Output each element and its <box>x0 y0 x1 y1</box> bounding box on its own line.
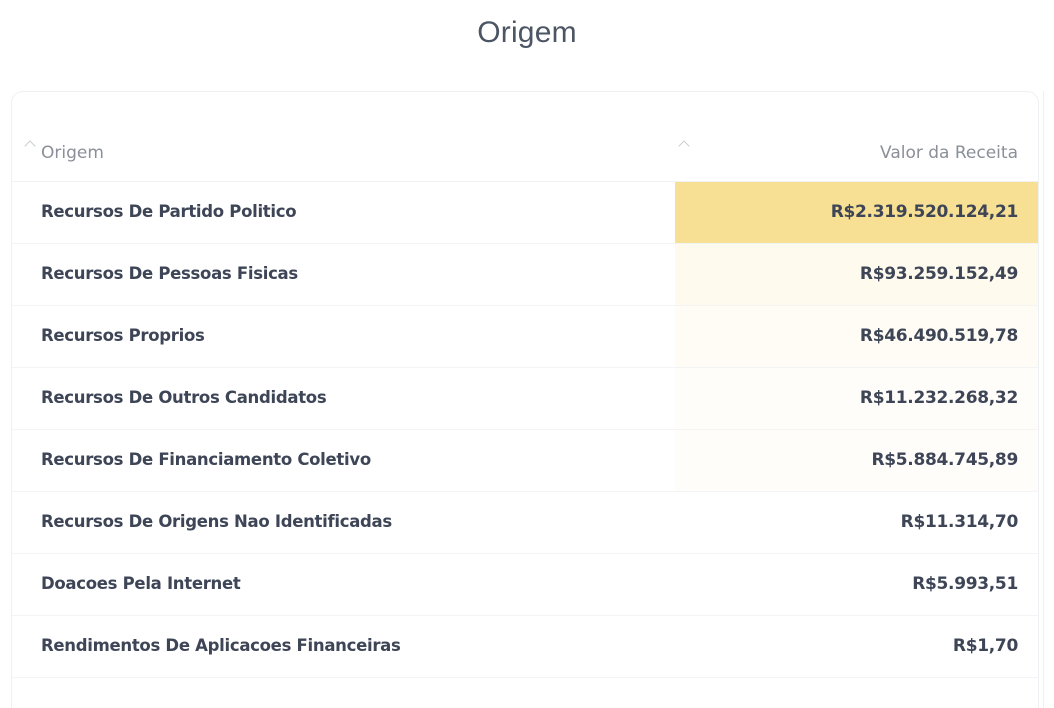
cell-origem: Recursos De Pessoas Fisicas <box>41 264 298 283</box>
cell-origem: Rendimentos De Aplicacoes Financeiras <box>41 636 401 655</box>
table-row[interactable]: Recursos De Origens Nao Identificadas R$1… <box>12 492 1038 554</box>
table-card: Origem Valor da Receita Recursos De Part… <box>11 91 1039 708</box>
table-row[interactable]: Recursos De Outros Candidatos R$11.232.26… <box>12 368 1038 430</box>
cell-valor-da-receita: R$2.319.520.124,21 <box>675 182 1038 243</box>
cell-valor-text: R$11.314,70 <box>900 512 1019 532</box>
table-row[interactable]: Doacoes Pela Internet R$5.993,51 <box>12 554 1038 616</box>
cell-valor-da-receita: R$11.232.268,32 <box>675 368 1038 429</box>
cell-valor-da-receita: R$1,70 <box>675 616 1038 677</box>
cell-valor-text: R$46.490.519,78 <box>859 326 1018 346</box>
table-row[interactable]: Recursos De Financiamento Coletivo R$5.88… <box>12 430 1038 492</box>
cell-valor-text: R$1,70 <box>952 636 1018 656</box>
table-header: Origem Valor da Receita <box>12 120 1038 182</box>
table-row[interactable]: Recursos De Pessoas Fisicas R$93.259.152,… <box>12 244 1038 306</box>
table-row[interactable]: Rendimentos De Aplicacoes Financeiras R$1… <box>12 616 1038 678</box>
cell-origem: Doacoes Pela Internet <box>41 574 241 593</box>
cell-valor-da-receita: R$5.884.745,89 <box>675 430 1038 491</box>
cell-origem: Recursos De Partido Politico <box>41 202 297 221</box>
cell-valor-text: R$2.319.520.124,21 <box>830 202 1019 222</box>
cell-origem: Recursos De Outros Candidatos <box>41 388 327 407</box>
cell-valor-da-receita: R$11.314,70 <box>675 492 1038 553</box>
page-title: Origem <box>477 16 577 49</box>
cell-valor-text: R$11.232.268,32 <box>859 388 1018 408</box>
sort-ascending-icon[interactable] <box>24 140 36 152</box>
cell-valor-da-receita: R$5.993,51 <box>675 554 1038 615</box>
cell-origem: Recursos De Origens Nao Identificadas <box>41 512 392 531</box>
cell-valor-text: R$5.884.745,89 <box>871 450 1018 470</box>
column-header-origem[interactable]: Origem <box>41 143 104 163</box>
cell-valor-da-receita: R$93.259.152,49 <box>675 244 1038 305</box>
cell-valor-da-receita: R$46.490.519,78 <box>675 306 1038 367</box>
sort-ascending-icon[interactable] <box>678 140 690 152</box>
cell-origem: Recursos Proprios <box>41 326 205 345</box>
column-header-valor-da-receita[interactable]: Valor da Receita <box>880 143 1018 163</box>
cell-valor-text: R$5.993,51 <box>912 574 1018 594</box>
cell-valor-text: R$93.259.152,49 <box>859 264 1018 284</box>
table-body: Recursos De Partido Politico R$2.319.520.… <box>12 182 1038 678</box>
divider <box>1043 91 1044 708</box>
table-row[interactable]: Recursos Proprios R$46.490.519,78 <box>12 306 1038 368</box>
table-row[interactable]: Recursos De Partido Politico R$2.319.520.… <box>12 182 1038 244</box>
cell-origem: Recursos De Financiamento Coletivo <box>41 450 371 469</box>
